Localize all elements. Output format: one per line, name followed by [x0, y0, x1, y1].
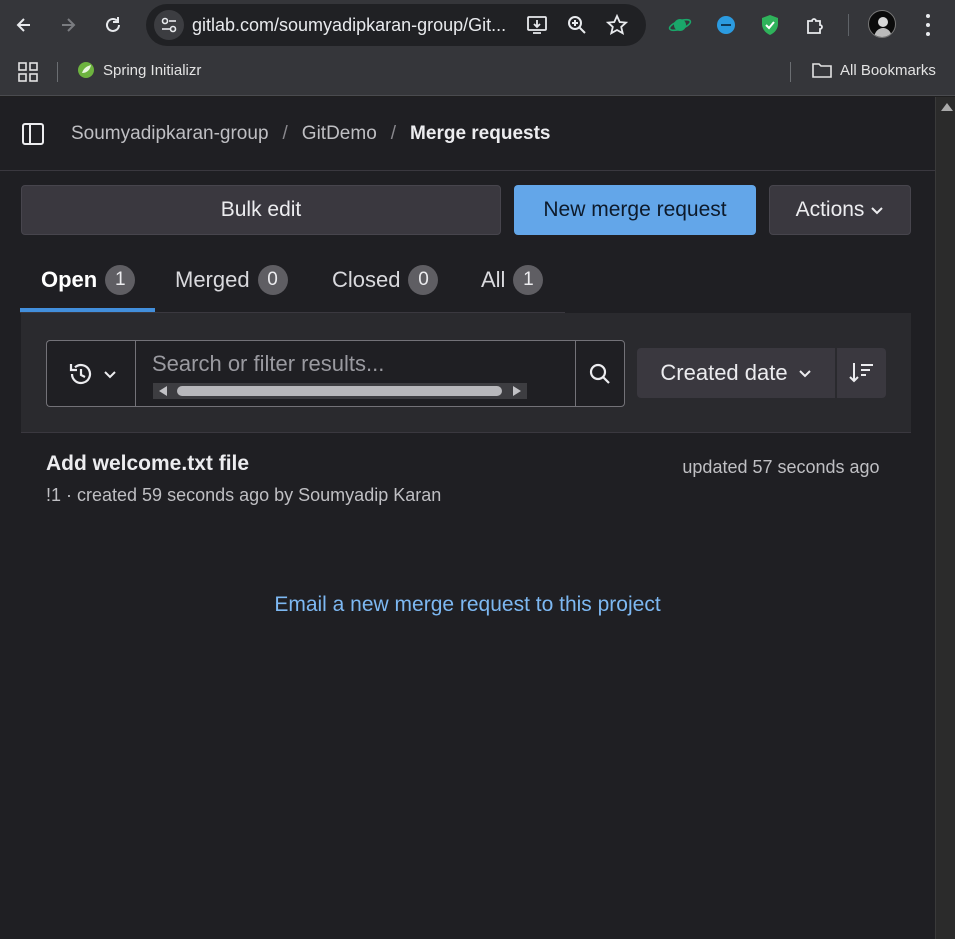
- search-input[interactable]: [152, 351, 552, 377]
- bookmark-divider: [790, 62, 791, 82]
- email-merge-request-link[interactable]: Email a new merge request to this projec…: [0, 593, 935, 617]
- merge-request-title[interactable]: Add welcome.txt file: [46, 452, 249, 476]
- sort-by-dropdown[interactable]: Created date: [637, 348, 835, 398]
- new-merge-request-button[interactable]: New merge request: [514, 185, 756, 235]
- breadcrumb-project[interactable]: GitDemo: [302, 123, 377, 145]
- forward-icon[interactable]: [52, 9, 84, 41]
- sort-direction-button[interactable]: [836, 348, 886, 398]
- tab-all[interactable]: All 1: [481, 247, 544, 313]
- address-bar[interactable]: gitlab.com/soumyadipkaran-group/Git...: [146, 4, 646, 46]
- breadcrumb: Soumyadipkaran-group / GitDemo / Merge r…: [71, 123, 551, 145]
- extension-blue-icon[interactable]: [713, 12, 739, 38]
- extension-shield-icon[interactable]: [757, 12, 783, 38]
- toolbar-divider: [848, 14, 849, 36]
- tab-label: Closed: [332, 267, 401, 292]
- url-text[interactable]: gitlab.com/soumyadipkaran-group/Git...: [192, 15, 510, 36]
- chevron-down-icon: [871, 207, 884, 215]
- merge-request-updated: updated 57 seconds ago: [682, 457, 880, 477]
- sidebar-toggle-icon[interactable]: [22, 123, 44, 145]
- state-tabs: Open 1 Merged 0 Closed 0 All 1: [20, 247, 565, 313]
- bookmark-spring-initializr[interactable]: Spring Initializr: [77, 61, 201, 79]
- sort-lowest-icon: [848, 363, 873, 383]
- actions-label: Actions: [795, 198, 865, 221]
- actions-dropdown-button[interactable]: Actions: [769, 185, 911, 235]
- breadcrumb-current[interactable]: Merge requests: [410, 123, 550, 145]
- scroll-right-icon[interactable]: [513, 386, 521, 396]
- chevron-down-icon: [798, 370, 811, 378]
- merge-request-row: Add welcome.txt file !1 · created 59 sec…: [21, 433, 911, 523]
- search-button[interactable]: [575, 340, 625, 407]
- page-scrollbar[interactable]: [935, 97, 955, 939]
- tab-open[interactable]: Open 1: [41, 247, 136, 313]
- scroll-thumb[interactable]: [177, 386, 502, 396]
- tab-count-badge: 0: [257, 265, 288, 295]
- all-bookmarks-label: All Bookmarks: [840, 61, 936, 79]
- bookmark-divider: [57, 62, 58, 82]
- reload-icon[interactable]: [97, 9, 129, 41]
- search-box: [135, 340, 576, 407]
- bulk-edit-button[interactable]: Bulk edit: [21, 185, 501, 235]
- recent-searches-button[interactable]: [46, 340, 136, 407]
- tab-count-badge: 1: [513, 265, 544, 295]
- zoom-icon[interactable]: [566, 14, 588, 36]
- all-bookmarks[interactable]: All Bookmarks: [812, 61, 936, 79]
- breadcrumb-bar: Soumyadipkaran-group / GitDemo / Merge r…: [0, 97, 935, 171]
- tab-label: All: [481, 267, 506, 292]
- folder-icon: [812, 63, 832, 78]
- bookmarks-bar: Spring Initializr All Bookmarks: [0, 50, 955, 96]
- bookmark-star-icon[interactable]: [606, 14, 628, 36]
- breadcrumb-separator: /: [390, 123, 397, 144]
- apps-grid-icon[interactable]: [18, 62, 38, 82]
- search-icon: [589, 363, 610, 384]
- site-info-icon[interactable]: [154, 10, 184, 40]
- history-icon: [69, 363, 91, 384]
- filter-bar: Created date: [21, 313, 911, 433]
- tab-closed[interactable]: Closed 0: [332, 247, 439, 313]
- breadcrumb-group[interactable]: Soumyadipkaran-group: [71, 123, 269, 145]
- tab-label: Merged: [175, 267, 250, 292]
- bookmark-label: Spring Initializr: [103, 61, 202, 79]
- extension-planet-icon[interactable]: [667, 12, 693, 38]
- tab-label: Open: [41, 267, 98, 292]
- tab-merged[interactable]: Merged 0: [175, 247, 288, 313]
- tab-count-badge: 0: [408, 265, 439, 295]
- scroll-left-icon[interactable]: [159, 386, 167, 396]
- back-icon[interactable]: [8, 9, 40, 41]
- breadcrumb-separator: /: [282, 123, 288, 144]
- extensions-puzzle-icon[interactable]: [803, 12, 829, 38]
- install-app-icon[interactable]: [526, 14, 548, 36]
- tab-count-badge: 1: [105, 265, 136, 295]
- scroll-up-icon[interactable]: [941, 103, 953, 111]
- search-horizontal-scrollbar[interactable]: [153, 383, 527, 399]
- merge-request-meta: !1 · created 59 seconds ago by Soumyadip…: [46, 485, 442, 505]
- profile-avatar[interactable]: [868, 10, 896, 38]
- spring-leaf-icon: [78, 62, 94, 78]
- chevron-down-icon: [103, 370, 116, 378]
- gitlab-page: Soumyadipkaran-group / GitDemo / Merge r…: [0, 97, 935, 939]
- active-tab-indicator: [20, 308, 155, 312]
- browser-toolbar: gitlab.com/soumyadipkaran-group/Git...: [0, 0, 955, 50]
- browser-menu-icon[interactable]: [918, 12, 938, 38]
- sort-label: Created date: [660, 360, 788, 385]
